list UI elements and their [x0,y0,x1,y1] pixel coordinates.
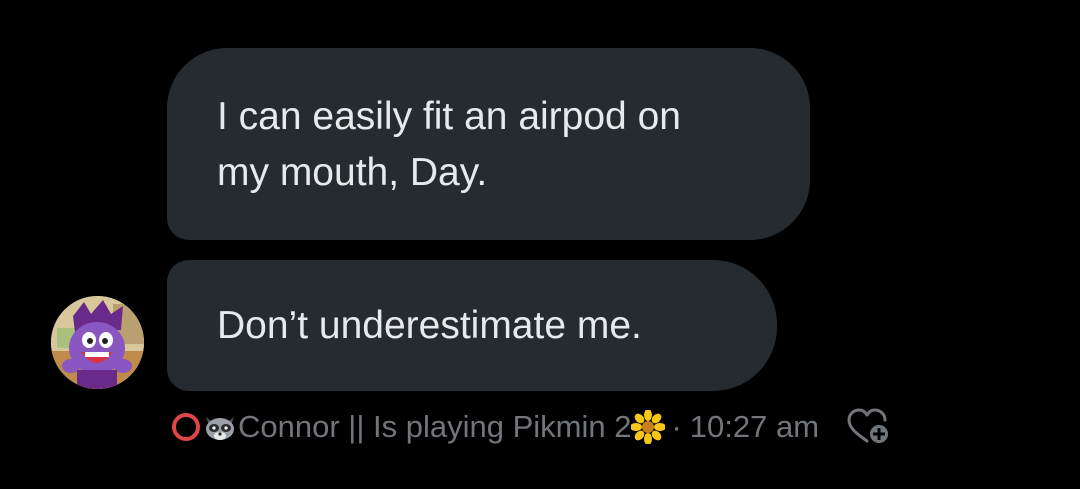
message-meta: Connor || Is playing Pikmin 2 · 10:27 am [170,405,889,449]
raccoon-icon [202,411,238,443]
sender-name[interactable]: Connor || Is playing Pikmin 2 [238,409,631,445]
avatar[interactable] [51,296,144,389]
message-timestamp: 10:27 am [689,409,820,444]
heart-plus-icon[interactable] [845,407,889,447]
message-text-line: Don’t underestimate me. [217,304,642,347]
message-bubble[interactable]: Don’t underestimate me. [167,260,777,391]
meta-separator: · [671,409,682,444]
message-text-line: I can easily fit an airpod on [217,95,681,138]
sunflower-icon [631,410,666,444]
message-text-line: my mouth, Day. [217,151,488,194]
message-bubble[interactable]: I can easily fit an airpod on my mouth, … [167,48,810,240]
purple-cartoon-character-avatar [51,296,144,389]
red-circle-icon [170,411,202,443]
